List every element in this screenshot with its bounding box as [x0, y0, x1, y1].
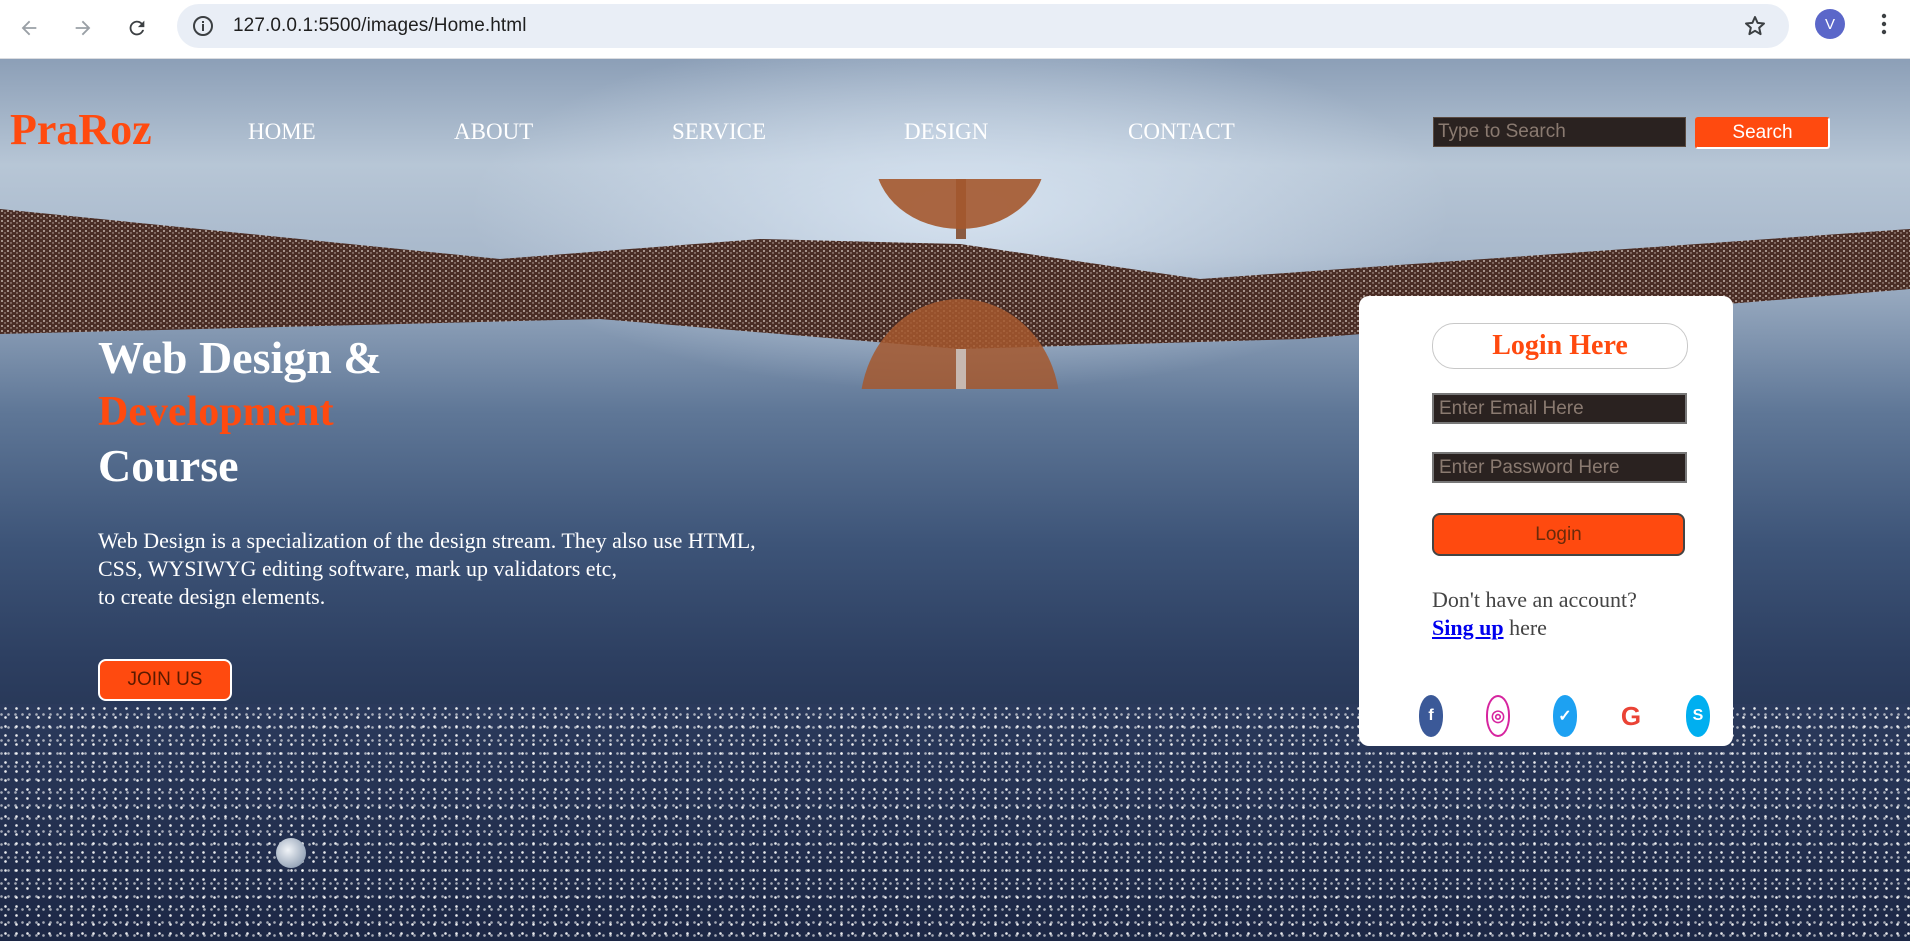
more-options-icon[interactable]: [1872, 10, 1896, 38]
reload-icon[interactable]: [117, 8, 157, 48]
hero-description: Web Design is a specialization of the de…: [98, 527, 838, 611]
skype-icon[interactable]: S: [1686, 695, 1710, 737]
facebook-icon[interactable]: f: [1419, 695, 1443, 737]
signup-link[interactable]: Sing up: [1432, 615, 1504, 640]
hero-title-line2: Development: [98, 389, 334, 435]
join-us-button[interactable]: JOIN US: [98, 659, 232, 701]
instagram-icon[interactable]: ◎: [1486, 695, 1510, 737]
nav-service[interactable]: SERVICE: [672, 119, 766, 145]
password-field[interactable]: Enter Password Here: [1432, 452, 1687, 483]
hero-title-line1: Web Design &: [98, 332, 382, 383]
search-button[interactable]: Search: [1695, 117, 1830, 149]
twitter-icon[interactable]: ✓: [1553, 695, 1577, 737]
back-arrow-icon[interactable]: [9, 8, 49, 48]
search-input[interactable]: Type to Search: [1433, 117, 1686, 147]
site-logo[interactable]: PraRoz: [10, 104, 152, 155]
nav-design[interactable]: DESIGN: [904, 119, 988, 145]
page-background: PraRoz HOME ABOUT SERVICE DESIGN CONTACT…: [0, 59, 1910, 941]
login-title: Login Here: [1432, 323, 1688, 369]
login-button[interactable]: Login: [1432, 513, 1685, 556]
signup-suffix: here: [1503, 615, 1547, 640]
bookmark-star-icon[interactable]: [1743, 14, 1767, 38]
moon-image: [276, 838, 306, 868]
no-account-text: Don't have an account?: [1432, 587, 1637, 612]
forward-arrow-icon[interactable]: [63, 8, 103, 48]
email-field[interactable]: Enter Email Here: [1432, 393, 1687, 424]
hero-description-line: CSS, WYSIWYG editing software, mark up v…: [98, 556, 617, 581]
google-icon[interactable]: G: [1619, 695, 1643, 737]
browser-toolbar: 127.0.0.1:5500/images/Home.html V: [0, 0, 1910, 59]
signup-prompt: Don't have an account? Sing up here: [1432, 586, 1637, 642]
site-info-icon[interactable]: [191, 14, 215, 38]
nav-home[interactable]: HOME: [248, 119, 316, 145]
hero-description-line: Web Design is a specialization of the de…: [98, 528, 756, 553]
profile-avatar[interactable]: V: [1815, 9, 1845, 39]
hero-title-line3: Course: [98, 440, 239, 491]
nav-about[interactable]: ABOUT: [454, 119, 533, 145]
address-bar[interactable]: 127.0.0.1:5500/images/Home.html: [177, 4, 1789, 48]
url-text[interactable]: 127.0.0.1:5500/images/Home.html: [233, 15, 527, 37]
login-card: Login Here Enter Email Here Enter Passwo…: [1359, 296, 1733, 746]
nav-contact[interactable]: CONTACT: [1128, 119, 1235, 145]
hero-description-line: to create design elements.: [98, 584, 326, 609]
